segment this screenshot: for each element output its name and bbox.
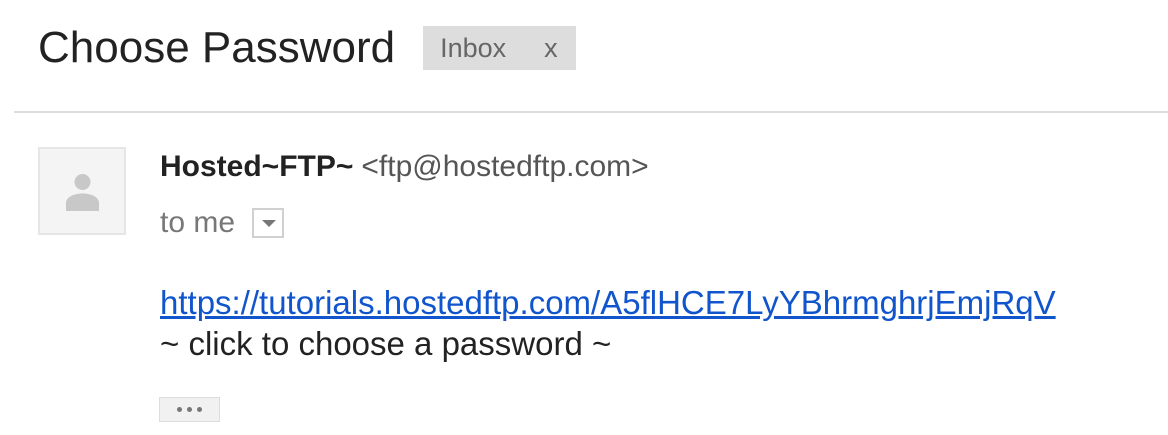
show-trimmed-content-button[interactable] bbox=[159, 397, 220, 422]
ellipsis-icon bbox=[175, 407, 205, 412]
thread-header: Choose Password Inbox x bbox=[38, 22, 576, 74]
show-details-button[interactable] bbox=[252, 208, 285, 238]
message-note: ~ click to choose a password ~ bbox=[160, 325, 612, 362]
choose-password-link[interactable]: https://tutorials.hostedftp.com/A5flHCE7… bbox=[160, 283, 1056, 323]
label-chip-text[interactable]: Inbox bbox=[440, 33, 506, 64]
default-person-icon bbox=[66, 174, 99, 211]
label-chip-inbox[interactable]: Inbox x bbox=[423, 26, 576, 70]
sender-info: Hosted~FTP~ <ftp@hostedftp.com> bbox=[160, 146, 649, 188]
sender-avatar bbox=[38, 147, 126, 235]
header-divider bbox=[14, 111, 1168, 113]
recipient-text: to me bbox=[160, 206, 236, 239]
recipient-info: to me bbox=[160, 202, 285, 244]
sender-name[interactable]: Hosted~FTP~ bbox=[160, 150, 353, 183]
email-subject: Choose Password bbox=[38, 23, 396, 72]
sender-email: <ftp@hostedftp.com> bbox=[361, 150, 649, 183]
message-body: https://tutorials.hostedftp.com/A5flHCE7… bbox=[160, 283, 1056, 364]
remove-label-button[interactable]: x bbox=[544, 33, 558, 64]
